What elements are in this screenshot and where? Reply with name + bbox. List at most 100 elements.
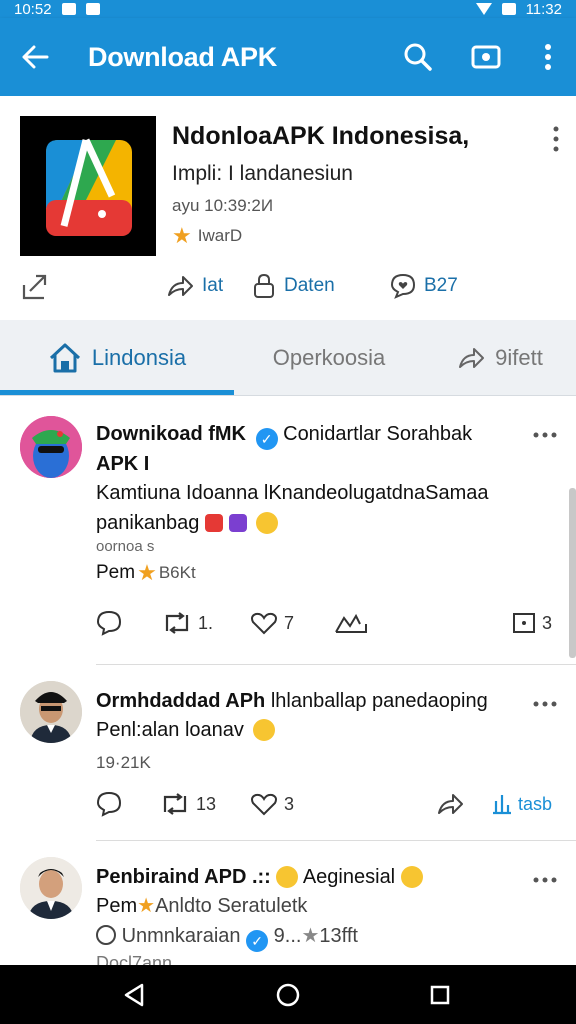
post-meta-suffix: B6Kt [158,563,196,582]
app-rating: ★ IwarD [172,223,242,249]
nav-home-button[interactable] [258,965,318,1024]
back-arrow-icon [22,45,49,69]
emoji-icon [205,514,223,532]
tab-share[interactable]: 9ifett [424,320,576,396]
scrollbar[interactable] [569,488,576,658]
verified-badge-icon: ✓ [255,428,278,450]
home-icon [49,343,80,373]
post-body: Kamtiuna Idoanna lKnandeolugatdnaSamaa p… [96,478,536,538]
wifi-icon [475,3,492,15]
reply-button[interactable] [96,789,122,819]
cast-button[interactable] [452,18,520,96]
like-button[interactable]: 3 [250,789,294,819]
app-bar: Download APK [0,18,576,96]
more-vert-icon [545,44,551,70]
post-body-line1: Penl:alan loanav [96,719,244,741]
tab-home[interactable]: Lindonsia [0,320,234,396]
chart-icon [335,613,367,633]
post-body: Pem★Anldto Seratuletk [96,891,536,921]
analytics-button[interactable]: tasb [492,789,552,819]
avatar[interactable] [20,857,82,919]
views-button[interactable] [334,608,368,638]
share-arrow-icon [459,348,485,368]
lock-button[interactable]: Daten [252,266,335,306]
tab-operkoosia[interactable]: Operkoosia [234,320,424,396]
heart-icon [251,612,277,635]
retweet-count: 13 [196,793,217,814]
post-meta-prefix: Pem [96,562,136,583]
reply-icon [96,610,122,636]
share-icon [168,276,193,296]
comment-button[interactable]: B27 [390,266,458,306]
home-circle-icon [276,983,300,1006]
notification-icon [85,3,100,15]
post-small-text: 19·21K [96,753,151,772]
share-button[interactable]: Iat [166,266,223,306]
upload-button[interactable] [20,266,60,306]
post-header: Ormhdaddad APh lhlanballap panedaoping [96,687,536,715]
post-small-text: Docl7ann [96,953,173,965]
like-count: 3 [284,793,295,814]
retweet-button[interactable]: 13 [160,789,216,819]
post-more-button[interactable] [532,871,558,883]
search-icon [404,43,432,71]
post-header: Downikoad fMK ✓ Conidartlar Sorahbak APK… [96,420,536,478]
like-count: 7 [284,612,295,633]
smile-emoji-icon [253,719,276,741]
bookmark-count: 3 [542,612,553,633]
feed-post[interactable]: Ormhdaddad APh lhlanballap panedaoping P… [0,665,576,841]
post-meta: Pem ★ B6Kt [96,560,196,586]
analytics-label: tasb [518,793,553,814]
like-button[interactable]: 7 [250,608,294,638]
nav-recents-button[interactable] [410,965,470,1024]
status-time-right: 11:32 [525,0,562,18]
back-triangle-icon [124,983,144,1006]
avatar[interactable] [20,681,82,743]
star-icon: ★ [137,560,157,585]
upload-icon [22,274,47,300]
nav-back-button[interactable] [104,965,164,1024]
app-logo [20,116,156,256]
post-more-button[interactable] [532,695,558,707]
app-rating-label: IwarD [197,226,243,245]
retweet-button[interactable]: 1. [162,608,213,638]
post-body: Penl:alan loanav [96,715,536,745]
retweet-icon [165,612,189,634]
post-action-row: 1. 7 3 [0,608,576,638]
lock-icon [254,273,274,298]
post-meta-line: Unmnkaraian ✓ 9...★13fft [96,921,536,952]
post-author[interactable]: Penbiraind APD .:: [96,866,271,888]
more-options-button[interactable] [520,18,576,96]
app-subtitle: Impli: I landanesiun [172,162,353,185]
emoji-icon [228,514,247,532]
lock-label: Daten [284,275,335,296]
app-more-button[interactable] [546,124,566,154]
reply-button[interactable] [96,608,122,638]
avatar[interactable] [20,416,82,478]
heart-icon [251,793,277,816]
star-icon: ★ [172,223,192,248]
status-left: 10:52 [14,1,100,18]
tab-operkoosia-label: Operkoosia [272,345,386,370]
status-right: 11:32 [475,0,562,18]
post-header-rest: lhlanballap panedaoping [265,690,488,712]
avatar-robot-icon [20,416,82,478]
bookmark-button[interactable]: 3 [512,608,552,638]
feed-post[interactable]: Downikoad fMK ✓ Conidartlar Sorahbak APK… [0,396,576,666]
share-button[interactable] [436,789,464,819]
search-button[interactable] [384,18,452,96]
retweet-icon [163,793,187,815]
post-more-button[interactable] [532,426,558,438]
post-header-line2: APK I [96,453,150,475]
more-vert-icon [553,126,559,152]
post-author[interactable]: Downikoad fMK [96,423,246,445]
post-small-text: oornoa s [96,538,155,555]
post-author[interactable]: Ormhdaddad APh [96,690,265,712]
feed-post[interactable]: Penbiraind APD .:: Aeginesial Pem★Anldto… [0,841,576,965]
smile-emoji-icon [256,512,279,534]
back-button[interactable] [0,18,70,96]
app-logo-icon [46,138,132,236]
app-action-row: Iat Daten B27 [0,266,576,306]
post-body-line1: Anldto Seratuletk [155,895,308,917]
verified-badge-icon: ✓ [246,930,269,952]
